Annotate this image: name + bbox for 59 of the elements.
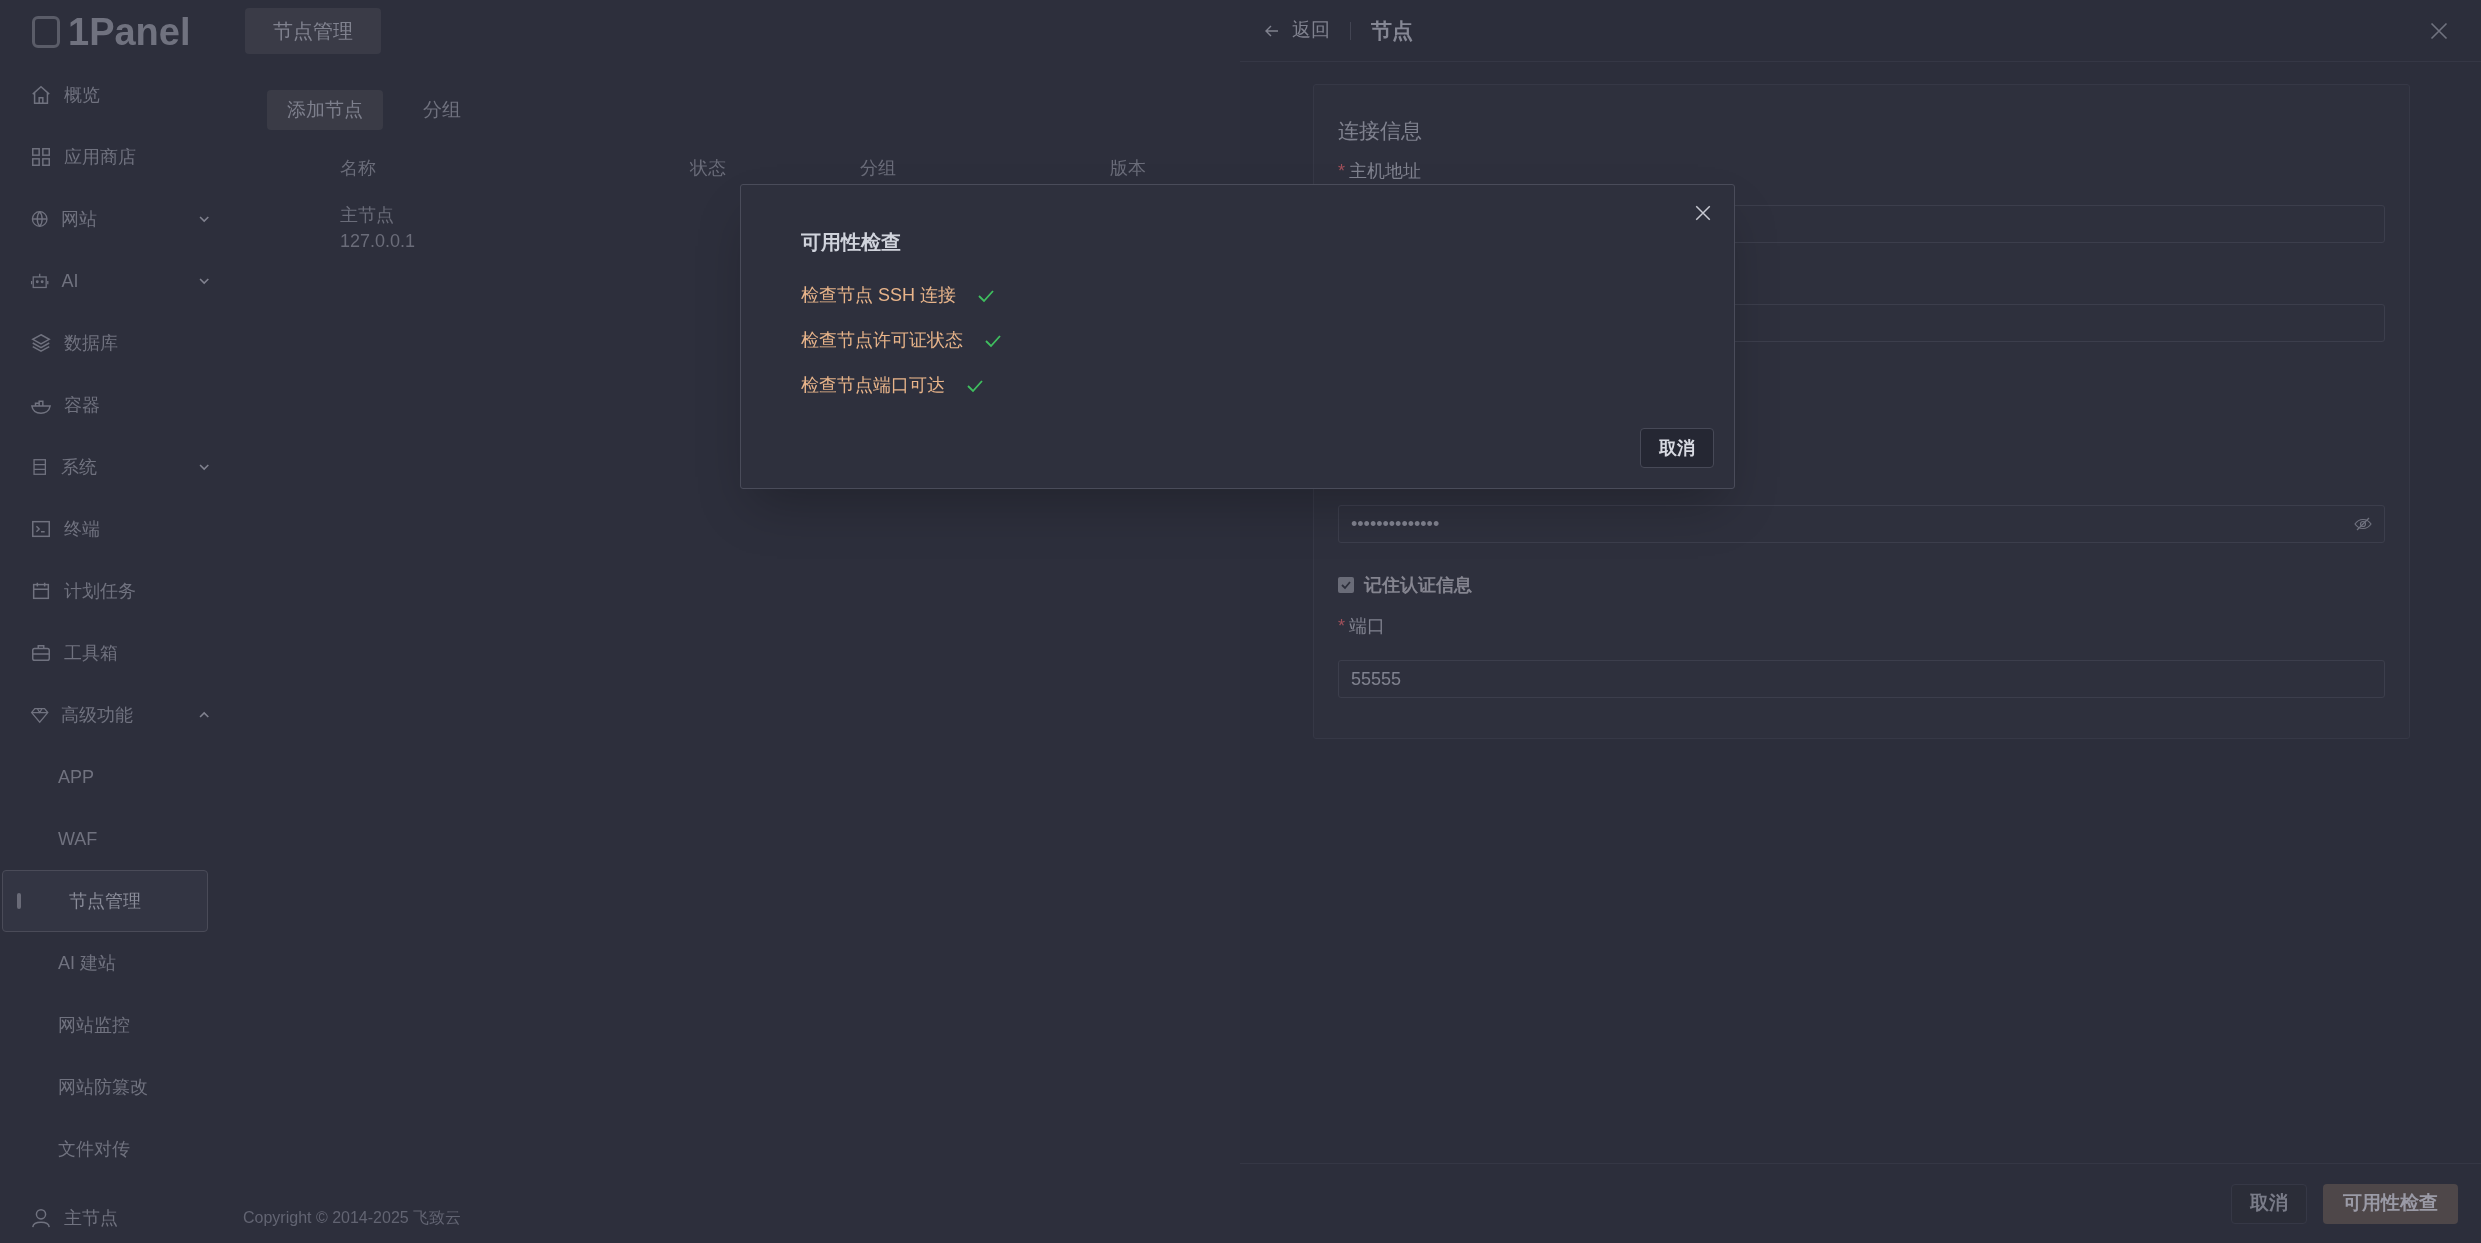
node-name: 主节点 [340,204,394,227]
sidebar-item[interactable]: 容器 [0,374,210,436]
logo: 1Panel [68,13,191,51]
grid-icon [30,146,52,168]
node-address: 127.0.0.1 [340,230,416,253]
toolbar-button[interactable]: 添加节点 [267,90,383,130]
sidebar-item[interactable]: 网站监控 [0,994,210,1056]
sidebar-item[interactable]: AI [0,250,210,312]
column-header: 状态 [690,156,726,180]
user-icon [30,1207,52,1229]
active-indicator [17,893,21,909]
page-title-button[interactable]: 节点管理 [245,8,381,54]
terminal-icon [30,518,52,540]
field-label: 端口 [1349,614,1385,638]
check-item: 检查节点许可证状态 [801,329,963,352]
checkbox[interactable] [1338,577,1354,593]
sidebar-item[interactable]: 计划任务 [0,560,210,622]
check-button[interactable]: 可用性检查 [2323,1183,2458,1224]
sidebar-item[interactable]: 终端 [0,498,210,560]
sidebar-item[interactable]: 工具箱 [0,622,210,684]
sidebar-item[interactable]: WAF [0,808,210,870]
password-field[interactable]: •••••••••••••• [1338,505,2385,543]
eye-hidden-icon [2354,517,2372,531]
sidebar-item[interactable]: 节点管理 [2,870,208,932]
cancel-button[interactable]: 取消 [1640,428,1714,468]
home-icon [30,84,52,106]
check-item: 检查节点 SSH 连接 [801,284,956,307]
dialog-title: 可用性检查 [801,230,901,255]
user-name[interactable]: 主节点 [64,1204,118,1232]
globe-icon [30,208,50,230]
column-header: 分组 [860,156,896,180]
sidebar-item[interactable]: 网站 [0,188,210,250]
sidebar-item[interactable]: 网站防篡改 [0,1056,210,1118]
logo-icon [32,16,60,48]
sidebar-item[interactable]: 系统 [0,436,210,498]
sidebar-item[interactable]: 高级功能 [0,684,210,746]
calendar-icon [30,580,52,602]
sidebar-item[interactable]: 应用商店 [0,126,210,188]
toolbar-button[interactable]: 分组 [403,90,481,130]
check-item: 检查节点端口可达 [801,374,945,397]
checkmark-icon [1340,579,1352,591]
drawer-title: 节点 [1371,17,1413,44]
required-mark: * [1338,159,1345,183]
back-button[interactable]: 返回 [1264,16,1330,45]
field-label: 主机地址 [1349,159,1421,183]
column-header: 名称 [340,156,376,180]
section-title: 连接信息 [1338,118,1422,144]
sidebar-item[interactable]: AI 建站 [0,932,210,994]
sidebar-item[interactable]: APP [0,746,210,808]
cancel-button[interactable]: 取消 [2231,1183,2307,1224]
sidebar-item[interactable]: 数据库 [0,312,210,374]
checkbox-label: 记住认证信息 [1364,573,1472,597]
input-field[interactable]: 55555 [1338,660,2385,698]
column-header: 版本 [1110,156,1146,180]
required-mark: * [1338,614,1345,638]
sidebar-item[interactable]: 概览 [0,64,210,126]
layers-icon [30,332,52,354]
sidebar-item[interactable]: 文件对传 [0,1118,210,1180]
toolbox-icon [30,642,52,664]
